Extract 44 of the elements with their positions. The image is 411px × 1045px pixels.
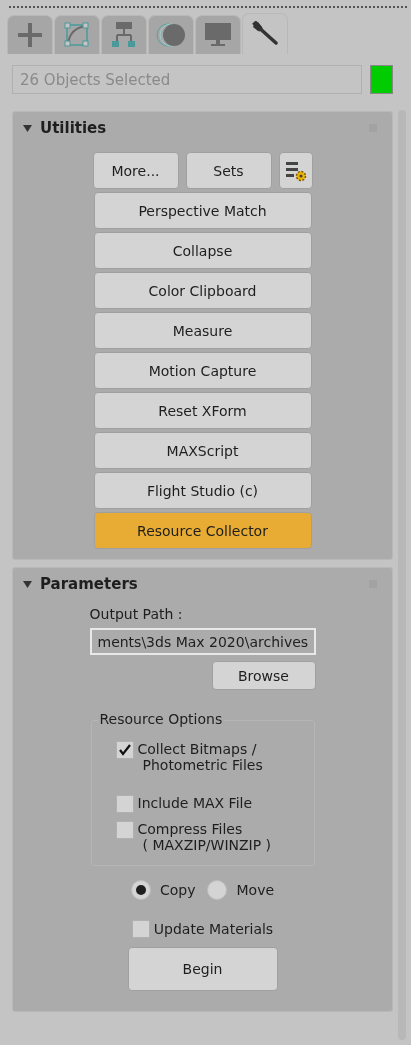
browse-button[interactable]: Browse [211, 661, 316, 690]
monitor-icon [205, 23, 231, 47]
collapse-arrow-icon[interactable] [23, 123, 32, 133]
curve-edit-icon [64, 22, 90, 48]
utility-button[interactable]: Measure [93, 312, 312, 349]
wrench-icon [252, 21, 278, 47]
checkbox[interactable] [115, 821, 134, 839]
option-label: Update Materials [153, 921, 274, 937]
utility-button[interactable]: Collapse [93, 232, 312, 269]
output-path-label: Output Path : [89, 606, 184, 622]
check-icon [118, 744, 131, 756]
utility-button[interactable]: More... [92, 152, 179, 189]
radio-button[interactable] [130, 880, 151, 900]
radio-label: Move [236, 882, 275, 898]
begin-button[interactable]: Begin [127, 947, 278, 991]
option-label: Compress Files [137, 821, 244, 837]
utility-button[interactable]: Perspective Match [93, 192, 312, 229]
radio-label: Copy [159, 882, 196, 898]
configure-sets-button[interactable] [278, 152, 313, 189]
utility-button[interactable]: Reset XForm [93, 392, 312, 429]
utility-button[interactable]: Color Clipboard [93, 272, 312, 309]
rollout-title: Utilities [40, 119, 108, 137]
plus-icon [18, 23, 42, 47]
option-label: Collect Bitmaps / [137, 741, 258, 757]
checkbox[interactable] [115, 741, 134, 759]
utility-button[interactable]: Motion Capture [93, 352, 312, 389]
utility-button[interactable]: Sets [185, 152, 272, 189]
circles-icon [156, 23, 186, 47]
rollout-title: Parameters [40, 575, 139, 593]
checkbox[interactable] [131, 920, 150, 938]
utility-button[interactable]: Flight Studio (c) [93, 472, 312, 509]
option-label: Photometric Files [141, 757, 263, 773]
utility-button[interactable]: MAXScript [93, 432, 312, 469]
option-label: ( MAXZIP/WINZIP ) [141, 837, 272, 853]
collapse-arrow-icon[interactable] [23, 579, 32, 589]
hierarchy-icon [112, 22, 136, 48]
utility-button[interactable]: Resource Collector [93, 512, 312, 549]
option-label: Include MAX File [137, 795, 253, 811]
panel-tab[interactable] [242, 13, 288, 54]
output-path-field[interactable]: ments\3ds Max 2020\archives [89, 628, 316, 655]
object-color-swatch[interactable] [370, 65, 393, 94]
group-title: Resource Options [97, 711, 225, 727]
radio-button[interactable] [207, 880, 228, 900]
checkbox[interactable] [115, 795, 134, 813]
